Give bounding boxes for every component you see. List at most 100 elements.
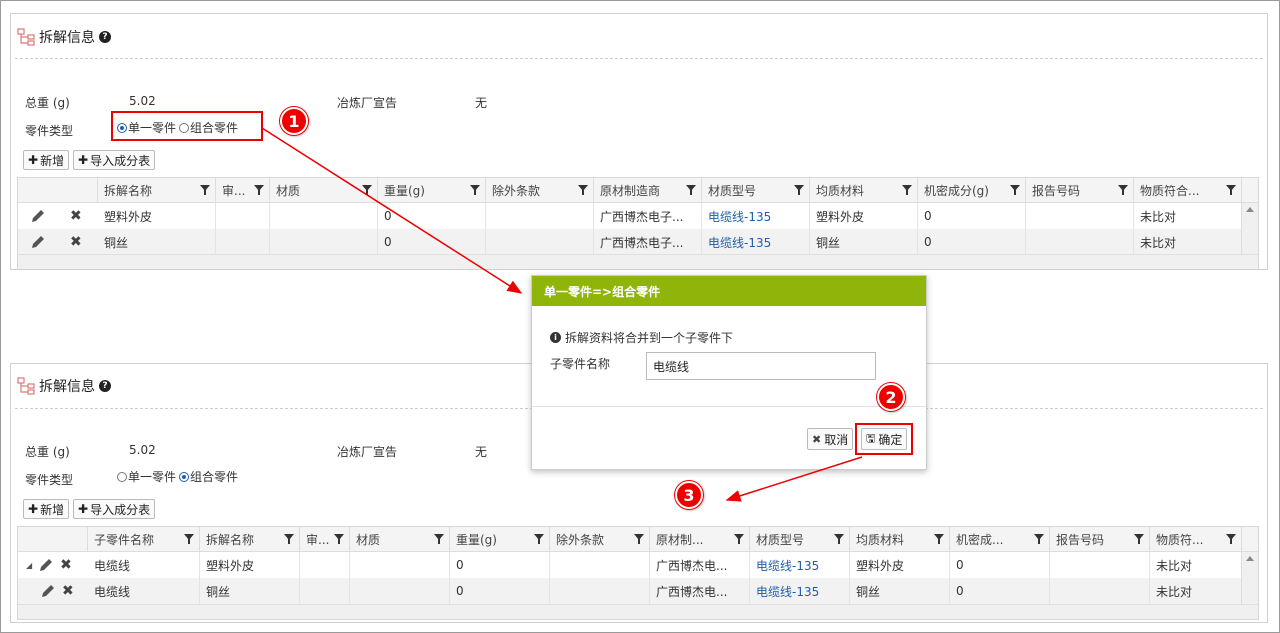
- cell: [350, 552, 450, 578]
- header-col[interactable]: 重量(g): [450, 527, 550, 551]
- cell: 铜丝: [850, 578, 950, 604]
- horizontal-scrollbar[interactable]: [18, 254, 1258, 269]
- header-col[interactable]: 除外条款: [486, 178, 594, 202]
- vertical-scrollbar[interactable]: [1241, 552, 1258, 604]
- header-col[interactable]: 材质: [270, 178, 378, 202]
- filter-icon[interactable]: [1010, 185, 1020, 195]
- header-col[interactable]: 报告号码: [1050, 527, 1150, 551]
- import-button[interactable]: ✚ 导入成分表: [73, 499, 156, 519]
- material-link[interactable]: 电缆线-135: [702, 203, 810, 229]
- material-link[interactable]: 电缆线-135: [750, 578, 850, 604]
- filter-icon[interactable]: [834, 534, 844, 544]
- filter-icon[interactable]: [902, 185, 912, 195]
- table-row[interactable]: ✖ 塑料外皮 0 广西博杰电子... 电缆线-135 塑料外皮 0 未比对: [18, 203, 1242, 229]
- filter-icon[interactable]: [634, 534, 644, 544]
- table-row[interactable]: ◢ ✖ 电缆线 塑料外皮 0 广西博杰电... 电缆线-135 塑料外皮 0 未…: [18, 552, 1242, 578]
- header-col[interactable]: 材质: [350, 527, 450, 551]
- help-icon[interactable]: ?: [99, 380, 111, 392]
- material-link[interactable]: 电缆线-135: [702, 229, 810, 255]
- header-col[interactable]: 审...: [216, 178, 270, 202]
- filter-icon[interactable]: [534, 534, 544, 544]
- header-col[interactable]: 原材制造商: [594, 178, 702, 202]
- vertical-scrollbar[interactable]: [1241, 203, 1258, 254]
- tree-icon: [17, 28, 35, 46]
- delete-icon[interactable]: ✖: [62, 583, 74, 599]
- header-col[interactable]: 材质型号: [750, 527, 850, 551]
- header-col[interactable]: 物质符...: [1150, 527, 1242, 551]
- material-link[interactable]: 电缆线-135: [750, 552, 850, 578]
- add-button-label: 新增: [40, 153, 65, 168]
- collapse-arrow-icon[interactable]: ◢: [26, 561, 32, 570]
- header-col[interactable]: 子零件名称: [88, 527, 200, 551]
- table-row[interactable]: ✖ 铜丝 0 广西博杰电子... 电缆线-135 铜丝 0 未比对: [18, 229, 1242, 255]
- help-icon[interactable]: ?: [99, 31, 111, 43]
- filter-icon[interactable]: [794, 185, 804, 195]
- header-col[interactable]: 拆解名称: [98, 178, 216, 202]
- filter-icon[interactable]: [434, 534, 444, 544]
- filter-icon[interactable]: [184, 534, 194, 544]
- filter-icon[interactable]: [334, 534, 344, 544]
- delete-icon[interactable]: ✖: [70, 234, 82, 250]
- radio-combo[interactable]: [179, 471, 190, 482]
- add-button[interactable]: ✚ 新增: [23, 150, 70, 170]
- filter-icon[interactable]: [1134, 534, 1144, 544]
- scroll-up-icon[interactable]: [1246, 207, 1254, 212]
- filter-icon[interactable]: [934, 534, 944, 544]
- header-col[interactable]: 除外条款: [550, 527, 650, 551]
- cell: [1026, 203, 1134, 229]
- radio-combo-label[interactable]: 组合零件: [190, 468, 238, 485]
- cell: 铜丝: [98, 229, 216, 255]
- parts-grid-top: 拆解名称 审... 材质 重量(g) 除外条款 原材制造商 材质型号 均质材料 …: [17, 177, 1259, 269]
- pencil-icon[interactable]: [30, 234, 46, 250]
- filter-icon[interactable]: [470, 185, 480, 195]
- cell: 广西博杰电...: [650, 552, 750, 578]
- pencil-icon[interactable]: [40, 583, 56, 599]
- header-col[interactable]: 物质符合...: [1134, 178, 1242, 202]
- header-actions: [18, 178, 98, 202]
- cancel-button[interactable]: ✖ 取消: [807, 428, 854, 450]
- filter-icon[interactable]: [362, 185, 372, 195]
- header-col[interactable]: 原材制...: [650, 527, 750, 551]
- disassembly-panel-top: 拆解信息 ? 总重 (g) 5.02 冶炼厂宣告 无 零件类型 单一零件 组合零…: [10, 13, 1268, 270]
- dialog-title: 单一零件=>组合零件: [532, 276, 926, 306]
- header-col[interactable]: 均质材料: [850, 527, 950, 551]
- filter-icon[interactable]: [1034, 534, 1044, 544]
- radio-single[interactable]: [117, 471, 127, 482]
- delete-icon[interactable]: ✖: [60, 557, 72, 573]
- pencil-icon[interactable]: [38, 557, 54, 573]
- table-row[interactable]: ✖ 电缆线 铜丝 0 广西博杰电... 电缆线-135 铜丝 0 未比对: [18, 578, 1242, 604]
- header-col[interactable]: 审...: [300, 527, 350, 551]
- filter-icon[interactable]: [254, 185, 264, 195]
- cell: 电缆线: [88, 552, 200, 578]
- filter-icon[interactable]: [284, 534, 294, 544]
- filter-icon[interactable]: [1226, 185, 1236, 195]
- radio-single-label[interactable]: 单一零件: [128, 468, 176, 485]
- cell: 0: [918, 229, 1026, 255]
- row-actions: ✖: [18, 578, 88, 604]
- add-button[interactable]: ✚ 新增: [23, 499, 70, 519]
- filter-icon[interactable]: [734, 534, 744, 544]
- sub-part-name-input[interactable]: [646, 352, 876, 380]
- import-button[interactable]: ✚ 导入成分表: [73, 150, 156, 170]
- cell: [300, 552, 350, 578]
- filter-icon[interactable]: [686, 185, 696, 195]
- dialog-info: i 拆解资料将合并到一个子零件下: [550, 329, 733, 346]
- header-col[interactable]: 材质型号: [702, 178, 810, 202]
- header-col[interactable]: 报告号码: [1026, 178, 1134, 202]
- filter-icon[interactable]: [1118, 185, 1128, 195]
- header-col[interactable]: 机密成...: [950, 527, 1050, 551]
- header-col[interactable]: 机密成分(g): [918, 178, 1026, 202]
- cell: 电缆线: [88, 578, 200, 604]
- scroll-up-icon[interactable]: [1246, 556, 1254, 561]
- delete-icon[interactable]: ✖: [70, 208, 82, 224]
- filter-icon[interactable]: [200, 185, 210, 195]
- pencil-icon[interactable]: [30, 208, 46, 224]
- horizontal-scrollbar[interactable]: [18, 604, 1258, 619]
- filter-icon[interactable]: [578, 185, 588, 195]
- header-col[interactable]: 重量(g): [378, 178, 486, 202]
- header-col[interactable]: 均质材料: [810, 178, 918, 202]
- header-col[interactable]: 拆解名称: [200, 527, 300, 551]
- filter-icon[interactable]: [1226, 534, 1236, 544]
- grid-header: 子零件名称 拆解名称 审... 材质 重量(g) 除外条款 原材制... 材质型…: [18, 527, 1258, 552]
- total-weight-value: 5.02: [129, 443, 156, 457]
